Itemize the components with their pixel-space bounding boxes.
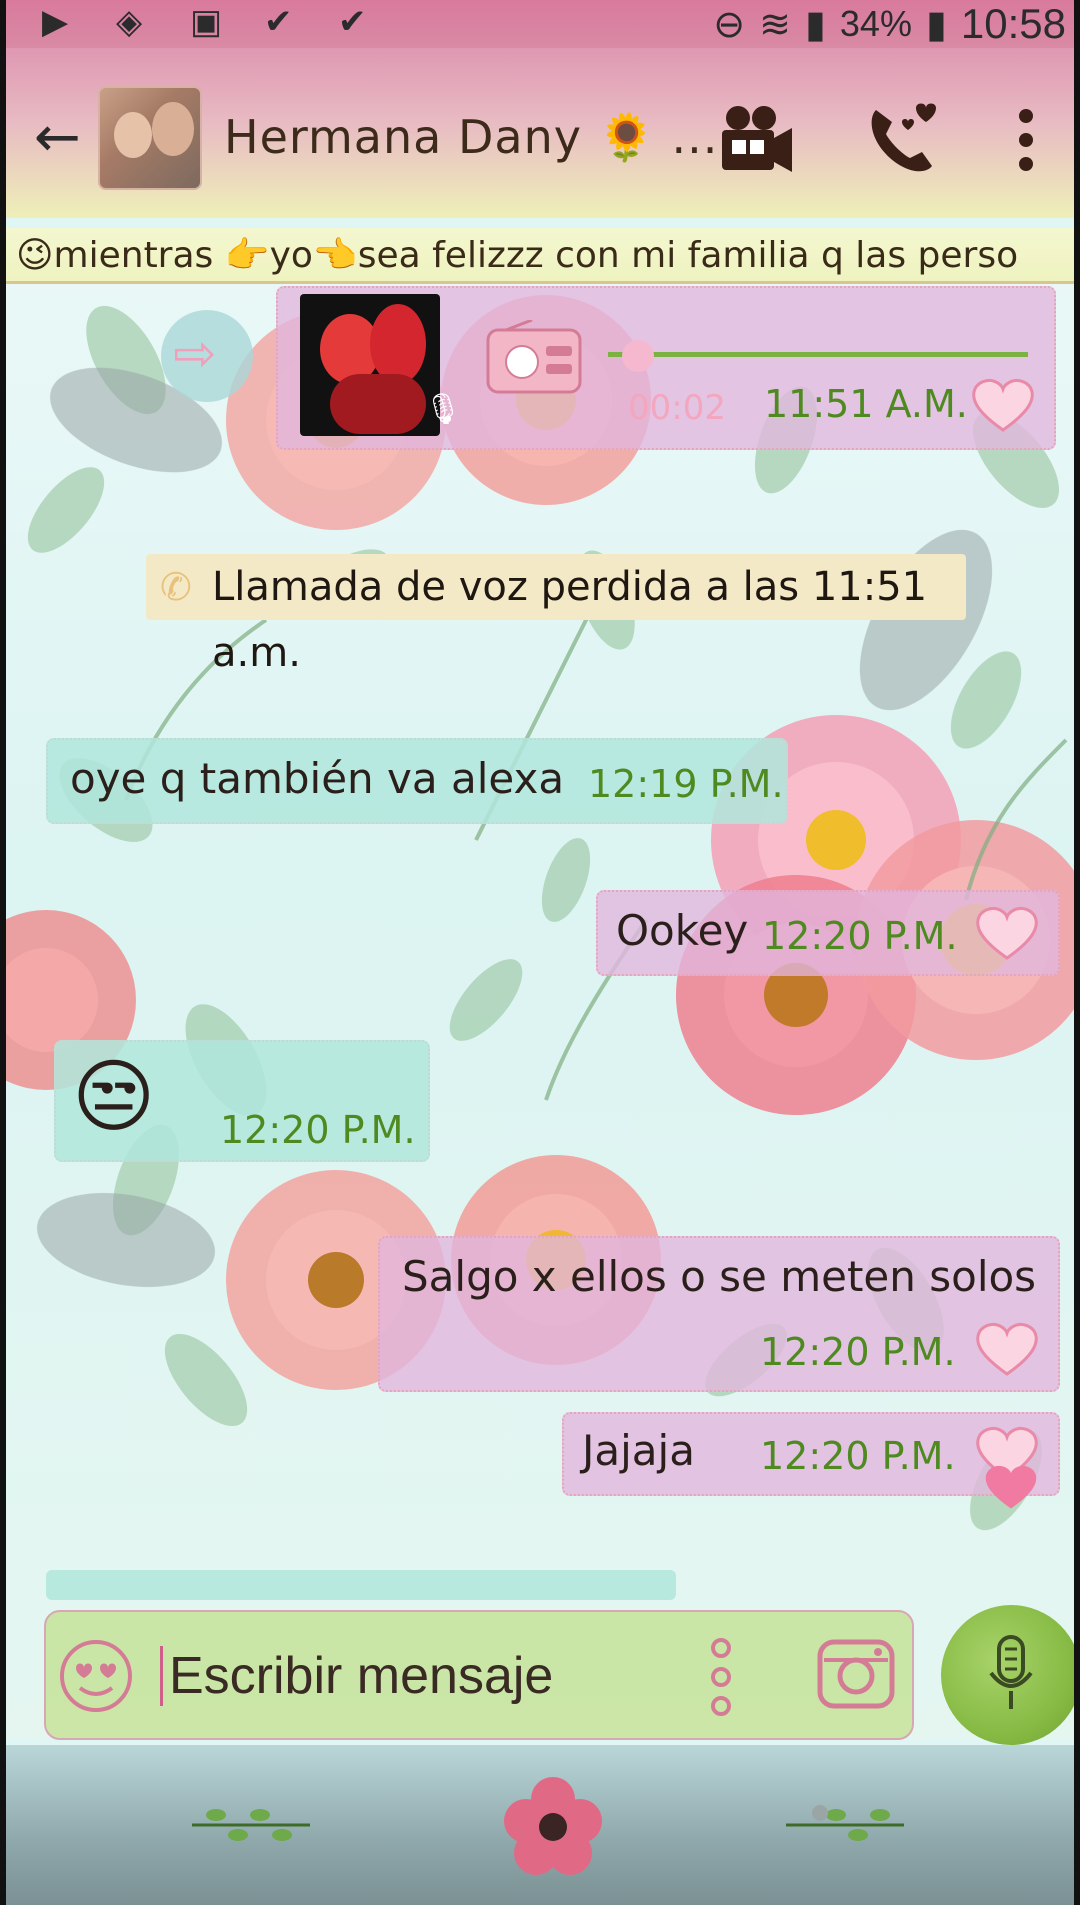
message-time: 12:20 P.M.	[220, 1108, 416, 1152]
mic-button[interactable]	[941, 1605, 1074, 1745]
home-flower-icon[interactable]	[498, 1777, 608, 1877]
avatar[interactable]	[98, 86, 202, 190]
microphone-icon	[989, 1635, 1033, 1709]
chat-header: ← Hermana Dany 🌻 ...	[6, 48, 1074, 218]
check-icon: ✔	[264, 3, 293, 41]
message-input[interactable]: Escribir mensaje	[160, 1646, 553, 1706]
emoji-unamused: 😒	[72, 1050, 156, 1143]
video-camera-icon[interactable]	[716, 100, 796, 180]
voice-duration: 00:02	[628, 388, 726, 428]
message-bubble-incoming[interactable]: oye q también va alexa 12:19 P.M.	[46, 738, 788, 824]
message-bubble-outgoing[interactable]: Salgo x ellos o se meten solos 12:20 P.M…	[378, 1236, 1060, 1392]
screen: ▶ ◈ ▣ ✔ ✔ ⊖ ≋ ▮ 34% ▮ 10:58 ← Hermana Da…	[0, 0, 1080, 1905]
message-text: Ookey	[616, 906, 749, 955]
navigation-bar	[6, 1745, 1074, 1905]
message-bubble-partial	[46, 1570, 676, 1600]
message-time: 12:20 P.M.	[760, 1330, 956, 1374]
phone-heart-icon[interactable]	[862, 100, 942, 180]
wifi-shield-icon: ◈	[116, 3, 143, 41]
message-time: 12:20 P.M.	[760, 1434, 956, 1478]
wifi-icon: ≋	[759, 3, 791, 46]
check-icon: ✔	[338, 3, 367, 41]
contact-status-marquee: 😉mientras 👉yo👈sea felizzz con mi familia…	[6, 228, 1074, 284]
more-vertical-icon[interactable]	[1006, 100, 1046, 180]
recents-branch-icon[interactable]	[780, 1795, 910, 1855]
message-time: 11:51 A.M.	[764, 382, 968, 426]
do-not-disturb-icon: ⊖	[713, 3, 746, 46]
message-bubble-outgoing[interactable]: Ookey 12:20 P.M.	[596, 890, 1060, 976]
voice-progress-track[interactable]	[608, 352, 1028, 357]
mic-badge-icon: 🎙	[424, 392, 463, 427]
radio-icon	[486, 320, 582, 394]
heart-eyes-emoji-icon[interactable]	[56, 1636, 136, 1716]
status-right: ⊖ ≋ ▮ 34% ▮ 10:58	[713, 0, 1066, 48]
notification-icons: ▶ ◈ ▣ ✔ ✔	[42, 4, 382, 40]
battery-percent: 34%	[839, 3, 912, 44]
voice-note-bubble[interactable]: 🎙 00:02 11:51 A.M.	[276, 286, 1056, 450]
voice-progress-thumb[interactable]	[622, 340, 654, 372]
gallery-icon: ▣	[190, 3, 223, 41]
youtube-icon: ▶	[42, 3, 69, 41]
clock: 10:58	[960, 0, 1066, 47]
signal-icon: ▮	[804, 3, 826, 46]
heart-status-icon	[976, 906, 1038, 960]
arrow-right-icon: ⇨	[173, 324, 217, 384]
voice-note-thumbnail	[300, 294, 440, 436]
back-nav-branch-icon[interactable]	[186, 1795, 316, 1855]
composer: Escribir mensaje	[44, 1610, 914, 1740]
message-text: Salgo x ellos o se meten solos	[402, 1252, 1037, 1301]
floral-pattern	[6, 295, 1074, 1531]
message-time: 12:20 P.M.	[762, 914, 958, 958]
more-vertical-dots-icon[interactable]	[706, 1634, 736, 1720]
camera-icon[interactable]	[816, 1632, 896, 1712]
pink-heart-icon	[985, 1465, 1037, 1509]
message-time: 12:19 P.M.	[588, 762, 784, 806]
arrow-back-icon[interactable]: ←	[34, 110, 81, 166]
contact-name[interactable]: Hermana Dany 🌻 ...	[224, 110, 718, 165]
chat-wallpaper	[6, 280, 1074, 1740]
voice-forward-button[interactable]: ⇨	[161, 310, 253, 402]
message-text: oye q también va alexa	[70, 754, 565, 803]
battery-icon: ▮	[925, 3, 947, 46]
message-text: Jajaja	[582, 1426, 695, 1475]
missed-call-notice: ✆ Llamada de voz perdida a las 11:51 a.m…	[146, 554, 966, 676]
heart-status-icon	[972, 378, 1034, 432]
status-bar: ▶ ◈ ▣ ✔ ✔ ⊖ ≋ ▮ 34% ▮ 10:58	[6, 0, 1074, 48]
missed-call-icon: ✆	[160, 565, 192, 609]
heart-status-icon	[976, 1322, 1038, 1376]
message-bubble-incoming[interactable]: 😒 12:20 P.M.	[54, 1040, 430, 1162]
